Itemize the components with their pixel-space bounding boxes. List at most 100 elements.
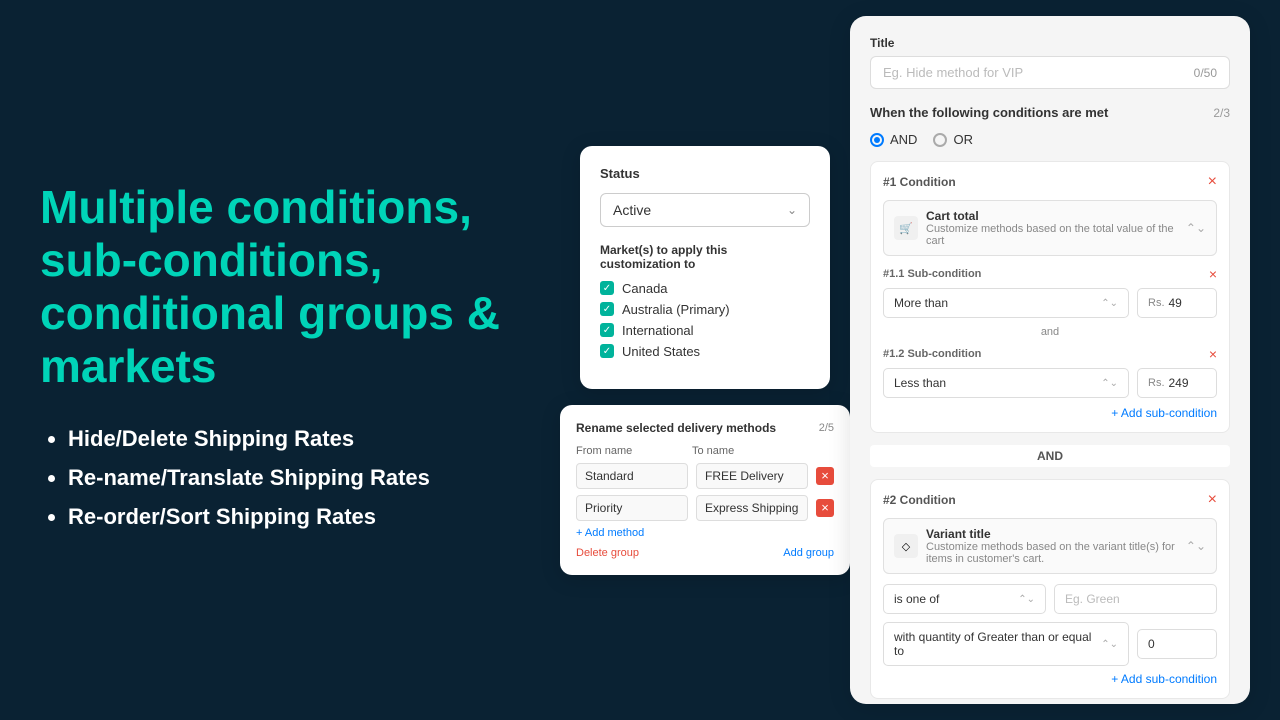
bullet-list: Hide/Delete Shipping Rates Re-name/Trans… [40, 421, 520, 539]
to-input-1[interactable]: FREE Delivery [696, 463, 808, 489]
condition-1-number: #1 Condition [883, 175, 956, 189]
market-checkbox-us[interactable] [600, 344, 614, 358]
sub-1-1-operator-value: More than [894, 296, 948, 310]
bullet-1: Hide/Delete Shipping Rates [68, 421, 520, 456]
chevron-down-icon: ⌃⌄ [1101, 639, 1118, 650]
market-name-international: International [622, 323, 694, 338]
is-one-of-row: is one of ⌃⌄ Eg. Green [883, 584, 1217, 614]
to-input-2[interactable]: Express Shipping [696, 495, 808, 521]
add-method-link[interactable]: + Add method [576, 527, 834, 539]
market-us: United States [600, 344, 810, 359]
sub-1-1-operator[interactable]: More than ⌃⌄ [883, 288, 1129, 318]
condition-2-chevron-icon: ⌃⌄ [1186, 539, 1206, 553]
left-panel: Multiple conditions, sub-conditions, con… [0, 0, 560, 720]
add-sub-condition-2-link: + Add sub-condition [883, 672, 1217, 686]
status-label: Status [600, 166, 810, 181]
from-input-2[interactable]: Priority [576, 495, 688, 521]
rename-card-title: Rename selected delivery methods [576, 421, 776, 435]
quantity-value-input[interactable]: 0 [1137, 629, 1217, 659]
title-label: Title [870, 36, 1230, 50]
conditions-title: When the following conditions are met [870, 105, 1108, 120]
add-sub-condition-1-button[interactable]: + Add sub-condition [1111, 406, 1217, 420]
status-value: Active [613, 202, 651, 218]
to-label: To name [692, 445, 800, 457]
market-australia: Australia (Primary) [600, 302, 810, 317]
sub-1-2-value[interactable]: Rs. 249 [1137, 368, 1217, 398]
sub-1-1-row: More than ⌃⌄ Rs. 49 [883, 288, 1217, 318]
middle-panel: Status Active ⌄ Market(s) to apply this … [560, 0, 850, 720]
chevron-down-icon: ⌃⌄ [1101, 378, 1118, 389]
status-dropdown[interactable]: Active ⌄ [600, 193, 810, 227]
sub-1-2-row: Less than ⌃⌄ Rs. 249 [883, 368, 1217, 398]
rename-columns: From name To name [576, 445, 834, 457]
market-checkbox-australia[interactable] [600, 302, 614, 316]
condition-1-type-row[interactable]: 🛒 Cart total Customize methods based on … [883, 200, 1217, 256]
bullet-3: Re-order/Sort Shipping Rates [68, 499, 520, 534]
rs-prefix-2: Rs. [1148, 377, 1165, 389]
markets-label: Market(s) to apply this customization to [600, 243, 810, 271]
rename-card: Rename selected delivery methods 2/5 Fro… [560, 405, 850, 575]
chevron-down-icon: ⌃⌄ [1018, 594, 1035, 605]
or-radio[interactable]: OR [933, 132, 973, 147]
hero-title: Multiple conditions, sub-conditions, con… [40, 181, 520, 393]
sub-1-2-label: #1.2 Sub-condition [883, 348, 981, 360]
or-label: OR [953, 132, 973, 147]
or-radio-dot [933, 133, 947, 147]
sub-1-2-operator[interactable]: Less than ⌃⌄ [883, 368, 1129, 398]
condition-1-header: #1 Condition × [883, 174, 1217, 190]
market-international: International [600, 323, 810, 338]
delete-row-1-button[interactable] [816, 467, 834, 485]
sub-1-1-delete-button[interactable]: × [1209, 266, 1217, 282]
market-checkbox-international[interactable] [600, 323, 614, 337]
and-radio[interactable]: AND [870, 132, 917, 147]
quantity-number: 0 [1148, 637, 1155, 651]
condition-1-delete-button[interactable]: × [1208, 174, 1217, 190]
and-main-divider: AND [870, 445, 1230, 467]
sub-1-2-delete-button[interactable]: × [1209, 346, 1217, 362]
title-input[interactable]: Eg. Hide method for VIP [883, 65, 1023, 80]
add-sub-condition-2-button[interactable]: + Add sub-condition [1111, 672, 1217, 686]
is-one-of-select[interactable]: is one of ⌃⌄ [883, 584, 1046, 614]
variant-value-input[interactable]: Eg. Green [1054, 584, 1217, 614]
condition-2-delete-button[interactable]: × [1208, 492, 1217, 508]
from-input-1[interactable]: Standard [576, 463, 688, 489]
delete-row-2-button[interactable] [816, 499, 834, 517]
from-label: From name [576, 445, 684, 457]
chevron-down-icon: ⌄ [787, 203, 797, 217]
sub-1-2-operator-value: Less than [894, 376, 946, 390]
condition-2-number: #2 Condition [883, 493, 956, 507]
condition-2-type-row[interactable]: ◇ Variant title Customize methods based … [883, 518, 1217, 574]
condition-2-desc: Customize methods based on the variant t… [926, 541, 1178, 565]
and-divider-inner: and [883, 326, 1217, 338]
market-checkbox-canada[interactable] [600, 281, 614, 295]
condition-2-header: #2 Condition × [883, 492, 1217, 508]
with-quantity-select[interactable]: with quantity of Greater than or equal t… [883, 622, 1129, 666]
char-count: 0/50 [1194, 66, 1217, 80]
add-group-link[interactable]: Add group [783, 547, 834, 559]
title-section: Title Eg. Hide method for VIP 0/50 [870, 36, 1230, 89]
condition-1-chevron-icon: ⌃⌄ [1186, 221, 1206, 235]
rename-footer: Delete group Add group [576, 547, 834, 559]
condition-2-name: Variant title [926, 527, 1178, 541]
delete-group-link[interactable]: Delete group [576, 547, 639, 559]
condition-1-desc: Customize methods based on the total val… [926, 223, 1178, 247]
rename-card-header: Rename selected delivery methods 2/5 [576, 421, 834, 435]
status-card: Status Active ⌄ Market(s) to apply this … [580, 146, 830, 389]
and-label: AND [890, 132, 917, 147]
bullet-2: Re-name/Translate Shipping Rates [68, 460, 520, 495]
sub-1-1-number: 49 [1169, 296, 1182, 310]
condition-1-info: Cart total Customize methods based on th… [926, 209, 1178, 247]
sub-1-1-value[interactable]: Rs. 49 [1137, 288, 1217, 318]
right-panel: Title Eg. Hide method for VIP 0/50 When … [850, 16, 1250, 704]
chevron-down-icon: ⌃⌄ [1101, 298, 1118, 309]
rename-row-2: Priority Express Shipping [576, 495, 834, 521]
condition-1-name: Cart total [926, 209, 1178, 223]
market-name-us: United States [622, 344, 700, 359]
rename-row-1: Standard FREE Delivery [576, 463, 834, 489]
sub-condition-1-2: #1.2 Sub-condition × Less than ⌃⌄ Rs. 24… [883, 346, 1217, 398]
market-name-canada: Canada [622, 281, 668, 296]
sub-1-2-header: #1.2 Sub-condition × [883, 346, 1217, 362]
variant-placeholder: Eg. Green [1065, 592, 1120, 606]
conditions-header: When the following conditions are met 2/… [870, 105, 1230, 120]
sub-1-1-label: #1.1 Sub-condition [883, 268, 981, 280]
